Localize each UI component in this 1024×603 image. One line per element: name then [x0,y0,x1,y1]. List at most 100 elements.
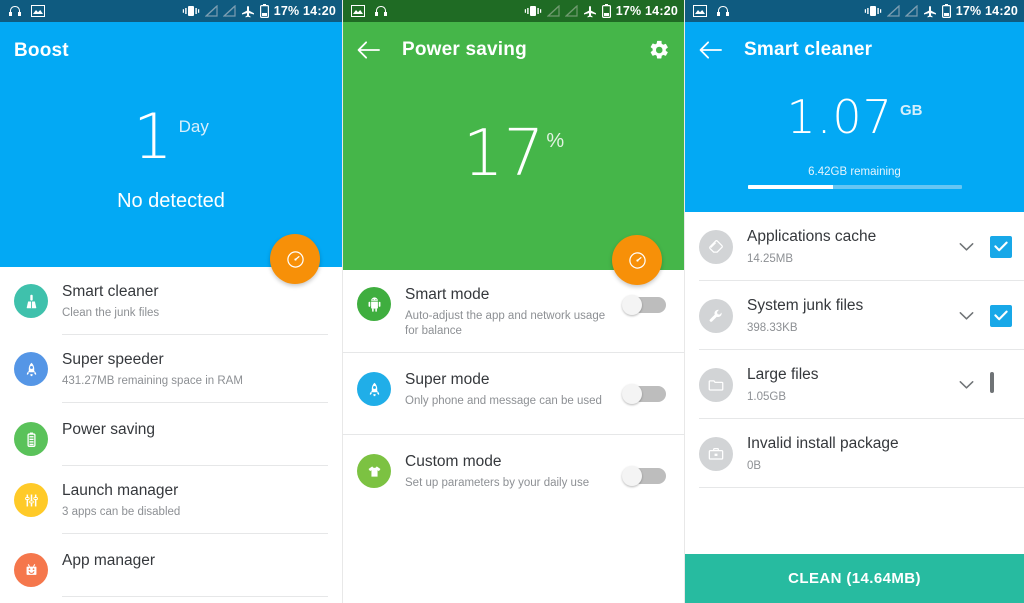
image-icon [693,5,707,17]
list-item[interactable]: Custom mode Set up parameters by your da… [343,435,684,517]
list-item-size: 398.33KB [747,322,798,334]
status-bar-right-icons: 17% 14:20 [182,4,336,18]
battery-percent-unit: % [546,130,565,152]
gear-icon[interactable] [648,39,670,61]
gauge-icon [628,251,647,270]
smart-mode-toggle[interactable] [622,295,666,315]
divider [62,596,328,597]
shirt-icon [357,454,391,488]
gauge-icon [286,250,305,269]
screen-smart-cleaner: 17% 14:20 Smart cleaner 1.07 GB 6.42GB re… [684,0,1024,603]
junk-category-list: Applications cache 14.25MB System junk f… [685,212,1024,488]
checkbox-large-files[interactable] [990,371,1012,396]
signal-off-icon [204,5,218,17]
list-item-title: Applications cache [747,228,877,245]
boost-metric: 1 Day No detected [0,106,342,213]
list-item-text: Power saving [62,420,328,466]
list-item-subtitle: Clean the junk files [62,307,160,319]
signal-off-icon [564,5,578,17]
signal-off-icon [886,5,900,17]
smart-cleaner-hero: Smart cleaner 1.07 GB 6.42GB remaining [685,22,1024,212]
battery-icon [601,4,611,18]
boost-status-text: No detected [117,190,225,212]
list-item-title: Super speeder [62,351,164,368]
headphones-icon [716,5,730,18]
battery-icon [941,4,951,18]
list-item[interactable]: Smart cleaner Clean the junk files [0,267,342,335]
list-item-text: Applications cache 14.25MB [747,227,959,266]
rocket-icon [14,352,48,386]
list-item[interactable]: Large files 1.05GB [685,350,1024,419]
list-item[interactable]: System junk files 398.33KB [685,281,1024,350]
signal-off-icon [904,5,918,17]
status-bar-left-icons [8,5,45,18]
page-title: Power saving [402,39,527,60]
list-item-subtitle: 431.27MB remaining space in RAM [62,375,243,387]
broom-icon [14,284,48,318]
divider [699,487,1024,488]
clean-button[interactable]: CLEAN (14.64MB) [685,554,1024,603]
list-item-title: Power saving [62,421,156,438]
list-item-title: System junk files [747,297,864,314]
super-mode-toggle[interactable] [622,384,666,404]
list-item[interactable]: Super mode Only phone and message can be… [343,353,684,435]
airplane-icon [583,5,597,18]
boost-hero: Boost 1 Day No detected [0,22,342,284]
screen-boost: 17% 14:20 Boost 1 Day No detected Smart c… [0,0,342,603]
sliders-icon [14,483,48,517]
junk-size-unit: GB [899,102,923,119]
list-item-title: App manager [62,552,156,569]
status-battery-time: 17% 14:20 [955,4,1018,18]
battery-icon [14,422,48,456]
rocket-icon [357,372,391,406]
list-item[interactable]: Invalid install package 0B [685,419,1024,488]
checkbox-box [990,371,994,393]
toggle-knob [622,295,642,315]
list-item[interactable]: App manager [0,534,342,597]
briefcase-icon [699,436,733,471]
signal-off-icon [222,5,236,17]
power-mode-list: Smart mode Auto-adjust the app and netwo… [343,270,684,517]
list-item-text: Smart mode Auto-adjust the app and netwo… [405,285,614,353]
list-item[interactable]: Smart mode Auto-adjust the app and netwo… [343,270,684,353]
page-title: Boost [14,40,69,61]
list-item[interactable]: Super speeder 431.27MB remaining space i… [0,335,342,403]
android-icon [14,553,48,587]
storage-progress-bar [747,185,962,189]
checkbox-system-junk-files[interactable] [990,304,1012,327]
status-battery-time: 17% 14:20 [273,4,336,18]
list-item[interactable]: Launch manager 3 apps can be disabled [0,466,342,534]
list-item[interactable]: Power saving [0,403,342,466]
headphones-icon [8,5,22,18]
power-saving-hero: Power saving 17% [343,22,684,285]
chevron-down-icon[interactable] [959,311,974,321]
boost-days-value: 1 [133,100,173,173]
back-arrow-icon[interactable] [357,41,380,59]
list-item-subtitle: Set up parameters by your daily use [405,477,590,489]
chevron-down-icon[interactable] [959,380,974,390]
chevron-down-icon[interactable] [959,242,974,252]
android-icon [357,287,391,321]
list-item-text: System junk files 398.33KB [747,296,959,335]
list-item-size: 14.25MB [747,253,794,265]
battery-percent-metric: 17% [343,122,684,186]
checkbox-box [990,304,1012,327]
status-bar-left-icons [351,5,388,18]
screen-power-saving: 17% 14:20 Power saving 17% Smart mode Au… [342,0,684,603]
list-item-text: Invalid install package 0B [747,434,1012,473]
list-item-text: Super mode Only phone and message can be… [405,370,614,435]
list-item-size: 1.05GB [747,391,786,403]
signal-off-icon [546,5,560,17]
back-arrow-icon[interactable] [699,41,722,59]
list-item-title: Smart mode [405,286,490,303]
status-bar-right-icons: 17% 14:20 [524,4,678,18]
checkbox-applications-cache[interactable] [990,235,1012,258]
screenshot-root: 17% 14:20 Boost 1 Day No detected Smart c… [0,0,1024,603]
list-item[interactable]: Applications cache 14.25MB [685,212,1024,281]
list-item-subtitle: 3 apps can be disabled [62,506,181,518]
junk-size-metric: 1.07 GB 6.42GB remaining [685,94,1024,189]
status-bar-right-icons: 17% 14:20 [864,4,1018,18]
junk-size-value: 1.07 [786,90,893,144]
list-item-text: Large files 1.05GB [747,365,959,404]
custom-mode-toggle[interactable] [622,466,666,486]
